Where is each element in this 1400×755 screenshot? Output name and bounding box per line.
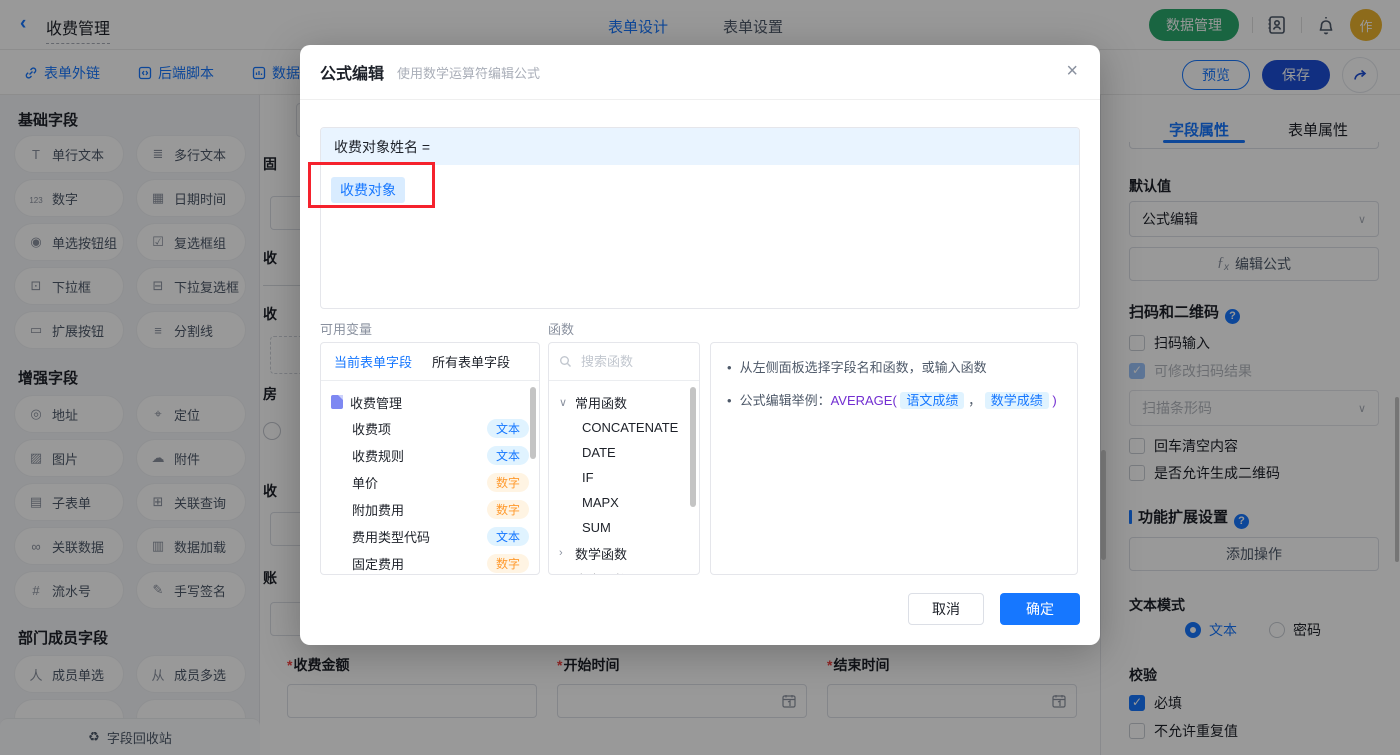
app-window: ‹ 收费管理 表单设计 表单设置 数据管理 作 表单外链 后端脚本 预览 保存 … (0, 0, 1400, 755)
type-tag-text: 文本 (486, 419, 529, 438)
type-tag-number: 数字 (486, 500, 529, 519)
variables-panel: 当前表单字段 所有表单字段 收费管理 收费项 文本 收费规则 文本 单价 数字 附加费… (320, 342, 540, 575)
tips-panel: • 从左侧面板选择字段名和函数，或输入函数 • 公式编辑举例：AVERAGE( … (710, 342, 1078, 575)
bullet: • (727, 392, 732, 408)
tip-example-line: • 公式编辑举例：AVERAGE( 语文成绩 ， 数学成绩 ) (727, 391, 1061, 411)
modal-subtitle: 使用数学运算符编辑公式 (397, 65, 541, 81)
functions-label: 函数 (548, 322, 575, 337)
formula-body[interactable]: 收费对象 (321, 165, 1079, 215)
variable-item[interactable]: 收费规则 文本 (331, 442, 529, 469)
function-item[interactable]: SUM (559, 515, 689, 540)
tab-current-form-fields[interactable]: 当前表单字段 (334, 352, 412, 371)
function-group-math[interactable]: › 数学函数 (559, 540, 689, 566)
modal-title: 公式编辑 (320, 66, 385, 83)
function-group-common[interactable]: ∨ 常用函数 (559, 389, 689, 415)
formula-field-chip[interactable]: 收费对象 (331, 177, 405, 203)
tip-line: • 从左侧面板选择字段名和函数，或输入函数 (727, 358, 1061, 378)
example-function-name: AVERAGE( (830, 392, 897, 408)
variables-tabs: 当前表单字段 所有表单字段 (321, 343, 539, 381)
function-search (549, 343, 699, 381)
variable-item[interactable]: 收费项 文本 (331, 415, 529, 442)
variable-item[interactable]: 附加费用 数字 (331, 496, 529, 523)
type-tag-number: 数字 (486, 554, 529, 573)
function-group-text[interactable]: ›文本函数 (559, 566, 689, 575)
formula-editor-box[interactable]: 收费对象姓名 = 收费对象 (320, 127, 1080, 309)
function-item[interactable]: DATE (559, 440, 689, 465)
type-tag-text: 文本 (486, 527, 529, 546)
chevron-right-icon: › (559, 547, 563, 559)
modal-header: 公式编辑 使用数学运算符编辑公式 (300, 45, 1100, 100)
modal-footer: 取消 确定 (908, 593, 1080, 625)
type-tag-text: 文本 (486, 446, 529, 465)
type-tag-number: 数字 (486, 473, 529, 492)
formula-editor-modal: 公式编辑 使用数学运算符编辑公式 × 收费对象姓名 = 收费对象 可用变量 函数… (300, 45, 1100, 645)
chevron-right-icon: › (559, 573, 569, 574)
search-icon (560, 356, 571, 367)
bullet: • (727, 360, 732, 375)
cancel-button[interactable]: 取消 (908, 593, 984, 625)
function-item[interactable]: CONCATENATE (559, 415, 689, 440)
chevron-down-icon: ∨ (559, 396, 568, 409)
functions-panel: ∨常用函数 CONCATENATE DATE IF MAPX SUM ›数学函数… (548, 342, 700, 575)
example-field-chip: 语文成绩 (900, 391, 965, 409)
function-item[interactable]: MAPX (559, 490, 689, 515)
function-item[interactable]: IF (559, 465, 689, 490)
variable-item[interactable]: 单价 数字 (331, 469, 529, 496)
function-search-input[interactable] (579, 353, 679, 370)
variable-item[interactable]: 费用类型代码 文本 (331, 523, 529, 550)
confirm-button[interactable]: 确定 (1000, 593, 1080, 625)
variables-tree-root[interactable]: 收费管理 (331, 389, 529, 415)
close-icon[interactable]: × (1066, 61, 1078, 81)
variables-scrollbar[interactable] (530, 387, 536, 459)
variables-label: 可用变量 (320, 322, 373, 337)
example-field-chip: 数学成绩 (984, 391, 1049, 409)
functions-scrollbar[interactable] (690, 387, 696, 507)
variable-item[interactable]: 固定费用 数字 (331, 550, 529, 574)
formula-target-row: 收费对象姓名 = (321, 128, 1079, 165)
tab-all-form-fields[interactable]: 所有表单字段 (432, 352, 510, 371)
document-icon (331, 395, 343, 409)
